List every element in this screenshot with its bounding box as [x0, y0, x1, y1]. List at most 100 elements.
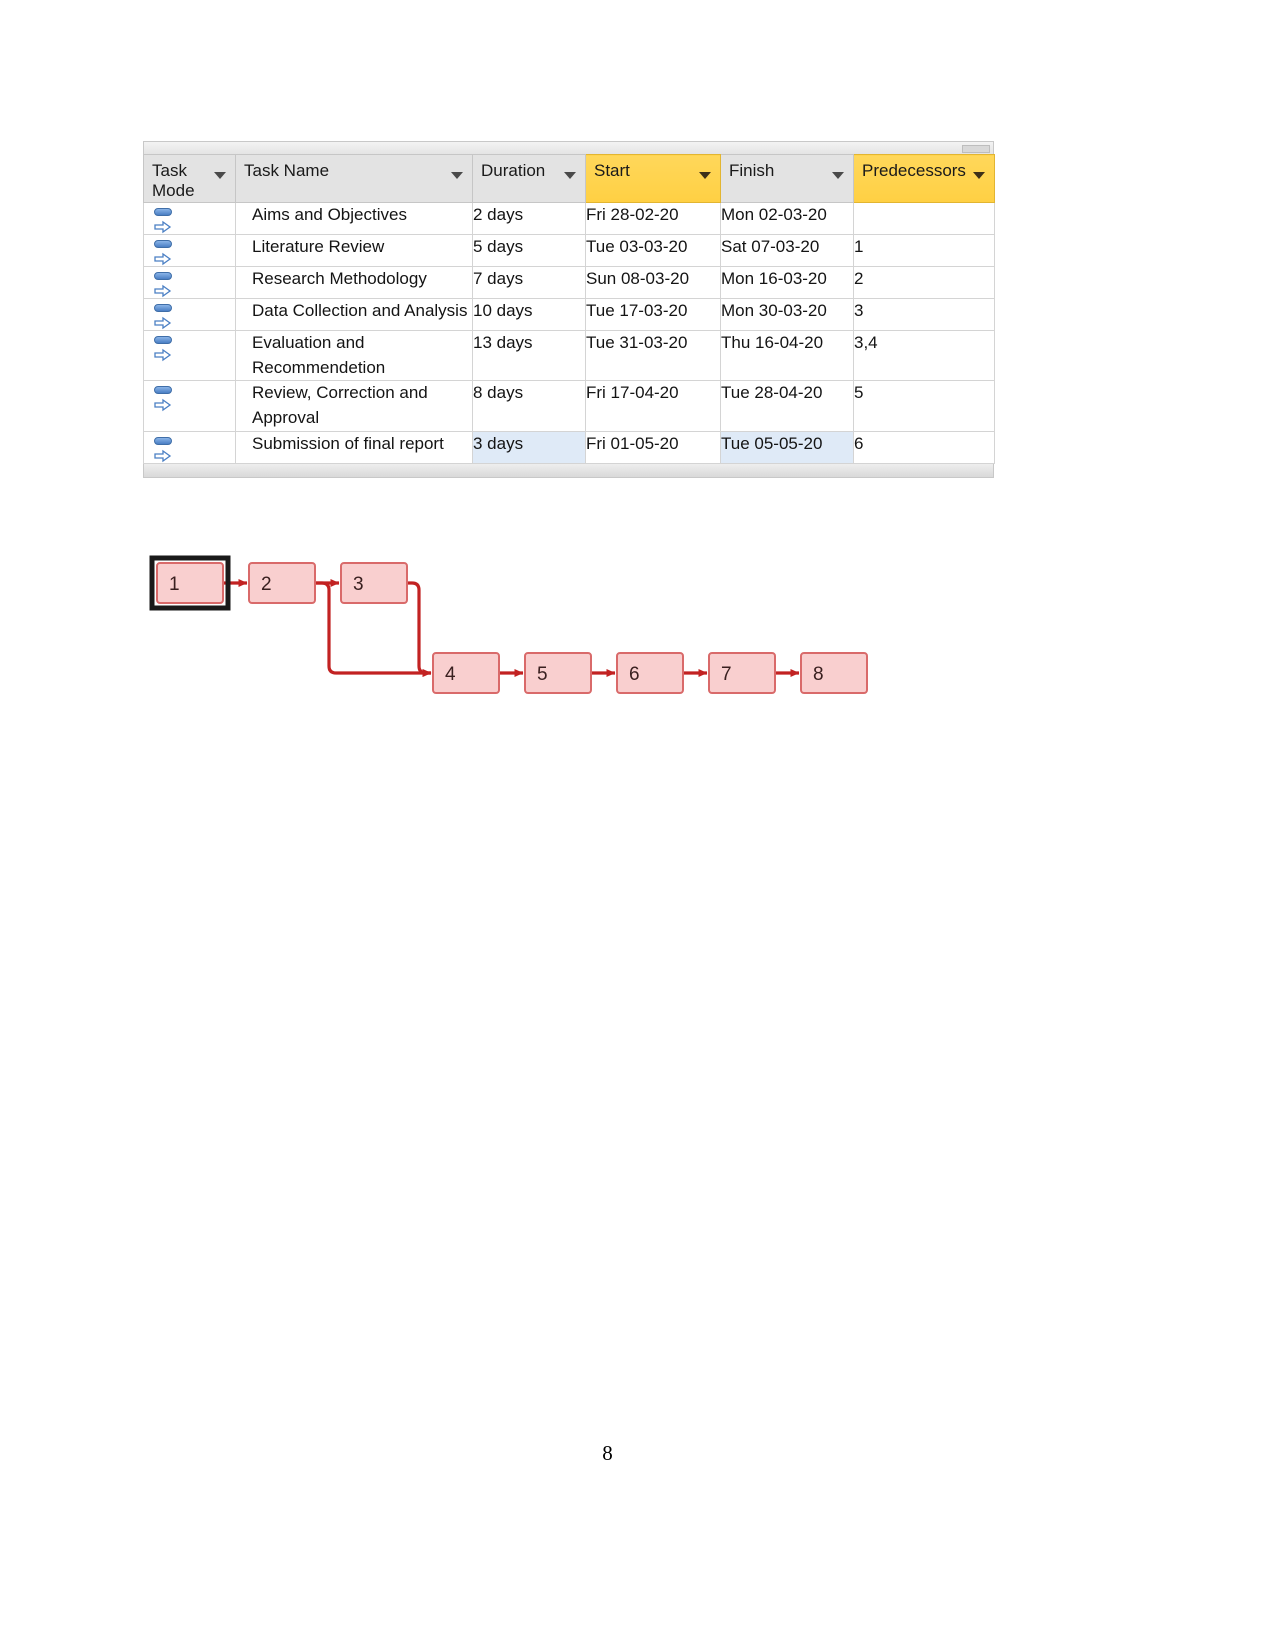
cell-duration[interactable]: 10 days [472, 298, 586, 331]
cell-predecessors[interactable]: 3,4 [853, 329, 995, 382]
cell-finish[interactable]: Mon 30-03-20 [720, 298, 854, 331]
project-task-table: Task Mode Task Name Duration Start Finis… [143, 154, 995, 464]
cell-duration[interactable]: 13 days [472, 329, 586, 382]
cell-task-name[interactable]: Data Collection and Analysis [235, 298, 473, 331]
cell-finish[interactable]: Tue 28-04-20 [720, 380, 854, 432]
network-node-5[interactable]: 5 [524, 652, 592, 694]
cell-start[interactable]: Sun 08-03-20 [585, 266, 721, 299]
column-header-predecessors[interactable]: Predecessors [853, 154, 995, 203]
cell-duration[interactable]: 2 days [472, 202, 586, 235]
cell-task-name[interactable]: Aims and Objectives [235, 202, 473, 235]
cell-start[interactable]: Tue 31-03-20 [585, 329, 721, 382]
node-box [340, 562, 408, 604]
cell-task-name[interactable]: Literature Review [235, 234, 473, 267]
cell-task-mode[interactable] [143, 380, 236, 432]
cell-task-mode[interactable] [143, 298, 236, 331]
node-box [800, 652, 868, 694]
node-label: 4 [445, 664, 456, 685]
auto-schedule-icon [154, 207, 176, 234]
node-box [156, 562, 224, 604]
cell-duration[interactable]: 5 days [472, 234, 586, 267]
cell-finish[interactable]: Thu 16-04-20 [720, 329, 854, 382]
network-node-2[interactable]: 2 [248, 562, 316, 604]
cell-start[interactable]: Tue 03-03-20 [585, 234, 721, 267]
auto-schedule-icon [154, 271, 176, 298]
cell-task-mode[interactable] [143, 430, 236, 464]
chevron-down-icon[interactable] [214, 172, 226, 179]
cell-task-name[interactable]: Review, Correction and Approval [235, 380, 473, 432]
column-header-finish-label: Finish [729, 161, 775, 180]
chevron-down-icon[interactable] [564, 172, 576, 179]
node-label: 8 [813, 664, 824, 685]
node-label: 3 [353, 574, 364, 595]
node-box [248, 562, 316, 604]
cell-predecessors[interactable]: 1 [853, 234, 995, 267]
cell-duration[interactable]: 7 days [472, 266, 586, 299]
table-row[interactable]: Review, Correction and Approval 8 days Fri… [143, 380, 995, 432]
cell-duration[interactable]: 3 days [472, 430, 586, 464]
cell-start[interactable]: Fri 17-04-20 [585, 380, 721, 432]
column-header-predecessors-label: Predecessors [862, 161, 966, 180]
table-row[interactable]: Research Methodology 7 days Sun 08-03-20 Mo… [143, 266, 995, 299]
cell-task-mode[interactable] [143, 329, 236, 382]
cell-finish[interactable]: Mon 02-03-20 [720, 202, 854, 235]
cell-finish[interactable]: Tue 05-05-20 [720, 430, 854, 464]
chevron-down-icon[interactable] [832, 172, 844, 179]
node-label: 6 [629, 664, 640, 685]
column-header-task-mode-label: Task Mode [152, 161, 195, 201]
cell-start[interactable]: Fri 28-02-20 [585, 202, 721, 235]
cell-task-mode[interactable] [143, 234, 236, 267]
column-header-task-name-label: Task Name [244, 161, 330, 180]
cell-predecessors[interactable]: 6 [853, 430, 995, 464]
auto-schedule-icon [154, 303, 176, 330]
cell-task-name[interactable]: Submission of final report [235, 430, 473, 464]
auto-schedule-icon [154, 385, 176, 412]
table-body: Aims and Objectives 2 days Fri 28-02-20 Mon… [143, 202, 995, 464]
node-label: 7 [721, 664, 732, 685]
network-edge-3-to-4 [407, 581, 432, 677]
network-node-8[interactable]: 8 [800, 652, 868, 694]
table-row[interactable]: Aims and Objectives 2 days Fri 28-02-20 Mon… [143, 202, 995, 235]
network-node-4[interactable]: 4 [432, 652, 500, 694]
cell-predecessors[interactable]: 3 [853, 298, 995, 331]
node-label: 1 [169, 574, 180, 595]
chevron-down-icon[interactable] [699, 172, 711, 179]
table-horizontal-scrollbar-bottom[interactable] [143, 463, 994, 478]
network-node-1[interactable]: 1 [149, 555, 231, 611]
node-label: 2 [261, 574, 272, 595]
cell-predecessors[interactable] [853, 202, 995, 235]
table-horizontal-scrollbar-top[interactable] [143, 141, 994, 154]
cell-start[interactable]: Tue 17-03-20 [585, 298, 721, 331]
cell-finish[interactable]: Mon 16-03-20 [720, 266, 854, 299]
column-header-task-mode[interactable]: Task Mode [143, 154, 236, 203]
cell-duration[interactable]: 8 days [472, 380, 586, 432]
table-row[interactable]: Evaluation and Recommendetion 13 days Tue … [143, 329, 995, 382]
network-node-7[interactable]: 7 [708, 652, 776, 694]
cell-task-name[interactable]: Research Methodology [235, 266, 473, 299]
column-header-task-name[interactable]: Task Name [235, 154, 473, 203]
network-node-6[interactable]: 6 [616, 652, 684, 694]
chevron-down-icon[interactable] [451, 172, 463, 179]
table-row[interactable]: Data Collection and Analysis 10 days Tue 1… [143, 298, 995, 331]
node-box [432, 652, 500, 694]
cell-finish[interactable]: Sat 07-03-20 [720, 234, 854, 267]
node-box [708, 652, 776, 694]
column-header-finish[interactable]: Finish [720, 154, 854, 203]
cell-start[interactable]: Fri 01-05-20 [585, 430, 721, 464]
network-node-3[interactable]: 3 [340, 562, 408, 604]
column-header-start[interactable]: Start [585, 154, 721, 203]
chevron-down-icon[interactable] [973, 172, 985, 179]
cell-task-mode[interactable] [143, 202, 236, 235]
table-header-row: Task Mode Task Name Duration Start Finis… [143, 154, 995, 203]
column-header-duration[interactable]: Duration [472, 154, 586, 203]
column-header-start-label: Start [594, 161, 630, 180]
table-row[interactable]: Submission of final report 3 days Fri 01-0… [143, 430, 995, 464]
auto-schedule-icon [154, 239, 176, 266]
auto-schedule-icon [154, 335, 176, 362]
cell-predecessors[interactable]: 2 [853, 266, 995, 299]
table-row[interactable]: Literature Review 5 days Tue 03-03-20 Sat 0… [143, 234, 995, 267]
cell-predecessors[interactable]: 5 [853, 380, 995, 432]
cell-task-mode[interactable] [143, 266, 236, 299]
project-task-table-panel: Task Mode Task Name Duration Start Finis… [143, 141, 995, 478]
cell-task-name[interactable]: Evaluation and Recommendetion [235, 329, 473, 382]
